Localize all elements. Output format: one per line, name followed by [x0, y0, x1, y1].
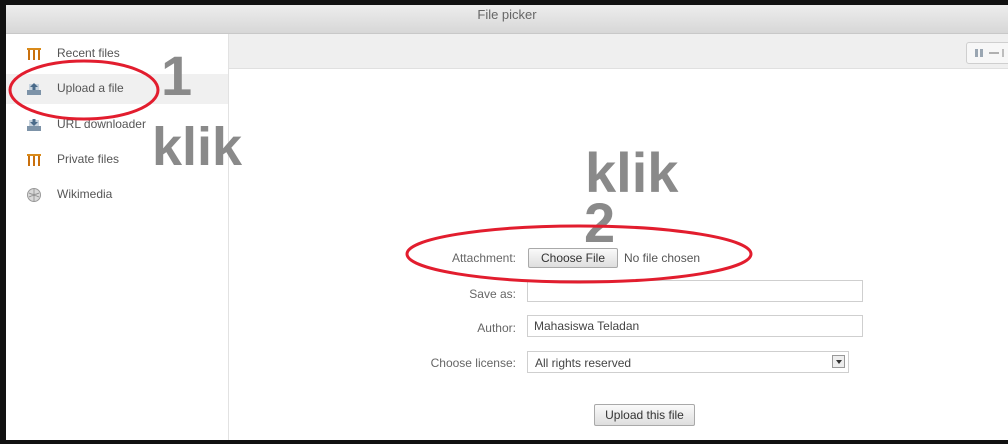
- repository-sidebar: Recent files Upload a file URL downloade…: [6, 34, 229, 440]
- sidebar-item-label: Recent files: [57, 46, 120, 60]
- author-input[interactable]: [527, 315, 863, 337]
- sidebar-item-label: Upload a file: [57, 81, 124, 95]
- window-titlebar: File picker: [6, 5, 1008, 34]
- view-mode-buttons[interactable]: [966, 42, 1008, 64]
- file-picker-toolbar: [229, 34, 1008, 69]
- view-mode-icon: [975, 49, 1004, 57]
- no-file-chosen-text: No file chosen: [624, 251, 701, 265]
- choose-license-label: Choose license:: [430, 356, 516, 370]
- upload-this-file-button[interactable]: Upload this file: [594, 404, 695, 426]
- chevron-down-icon: [832, 355, 845, 368]
- sidebar-item-recent-files[interactable]: Recent files: [6, 39, 228, 69]
- sidebar-item-upload-a-file[interactable]: Upload a file: [6, 74, 228, 104]
- sidebar-item-label: Private files: [57, 152, 120, 166]
- step-2-number: 2: [584, 191, 616, 254]
- moodle-icon: [27, 48, 41, 60]
- license-selected-value: All rights reserved: [535, 356, 632, 370]
- url-download-icon: [27, 119, 41, 131]
- sidebar-item-label: Wikimedia: [57, 187, 113, 201]
- sidebar-item-label: URL downloader: [57, 117, 146, 131]
- wikimedia-icon: [27, 188, 41, 202]
- window-title: File picker: [477, 7, 537, 22]
- upload-icon: [27, 83, 41, 95]
- save-as-input[interactable]: [527, 280, 863, 302]
- author-label: Author:: [477, 321, 516, 335]
- step-1-number: 1: [161, 44, 193, 107]
- sidebar-item-wikimedia[interactable]: Wikimedia: [6, 180, 228, 210]
- step-1-klik-text: klik: [152, 117, 243, 177]
- license-select[interactable]: All rights reserved: [527, 351, 849, 373]
- save-as-label: Save as:: [469, 287, 516, 301]
- moodle-icon: [27, 154, 41, 166]
- attachment-label: Attachment:: [451, 251, 516, 265]
